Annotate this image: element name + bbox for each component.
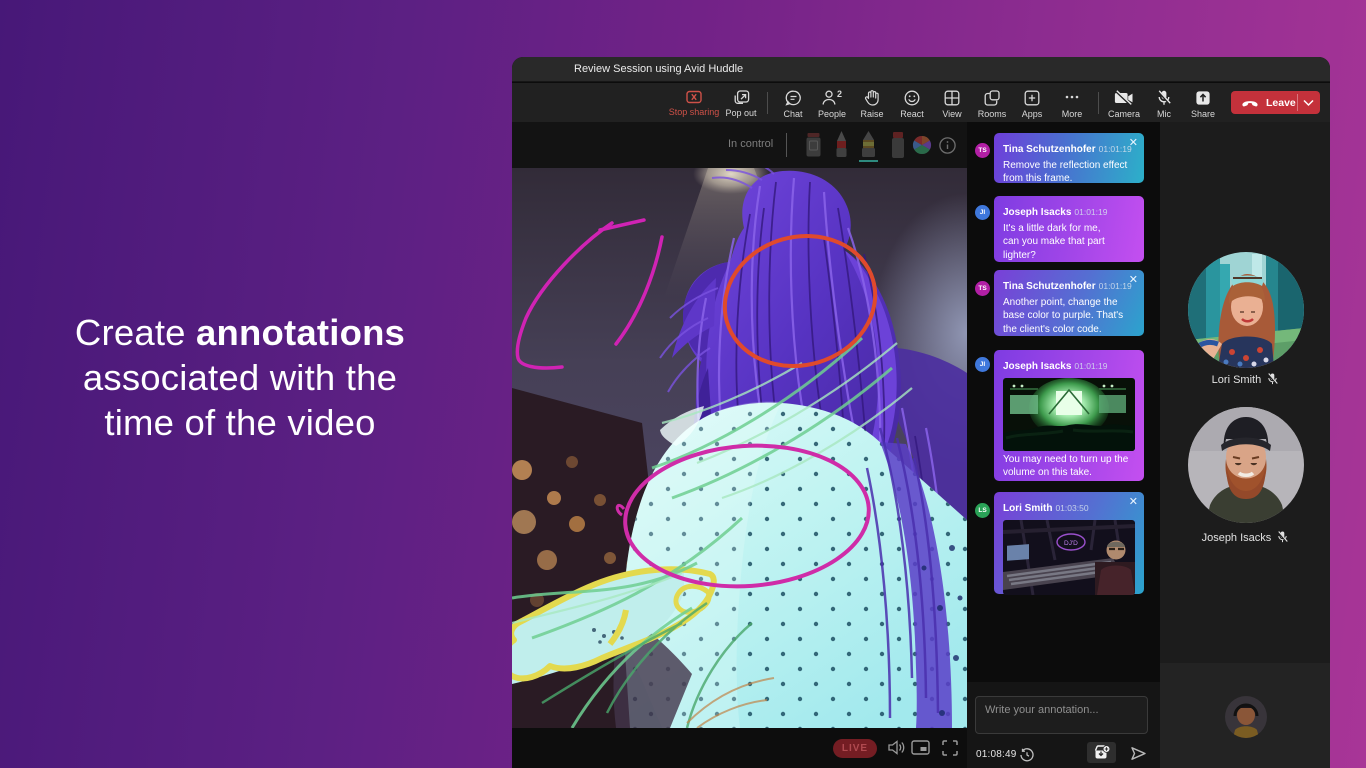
svg-text:2: 2	[837, 90, 842, 99]
svg-text:DJ'D: DJ'D	[1064, 540, 1078, 547]
